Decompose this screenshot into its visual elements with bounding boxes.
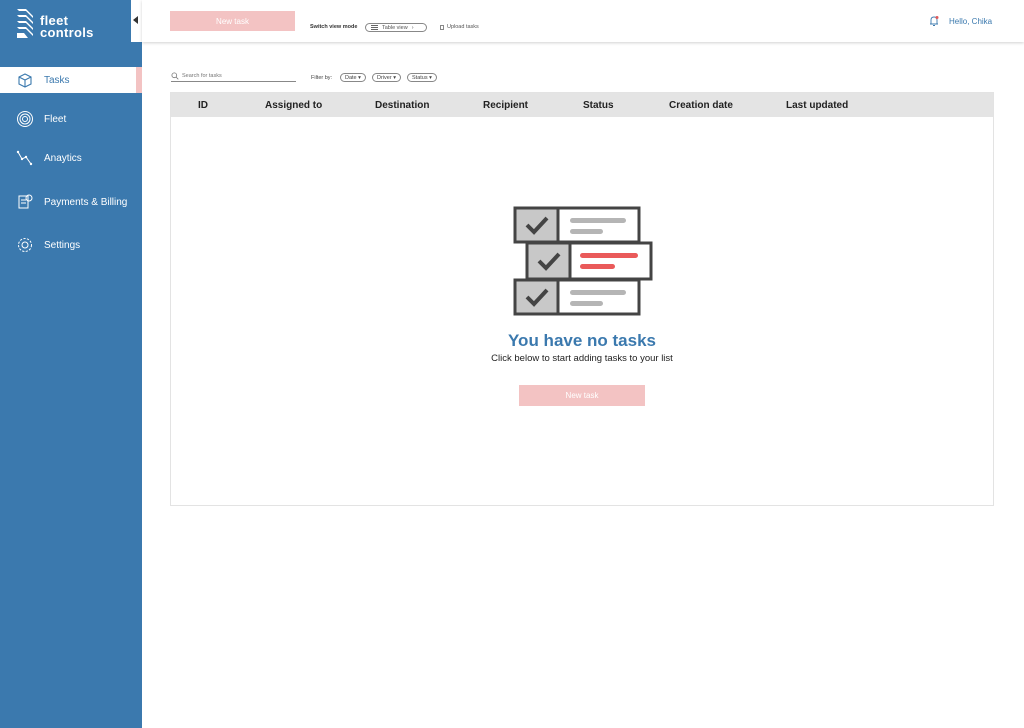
user-greeting[interactable]: Hello, Chika xyxy=(949,17,992,26)
document-icon xyxy=(440,24,444,30)
table-header: ID Assigned to Destination Recipient Sta… xyxy=(171,93,993,117)
search-box[interactable] xyxy=(171,70,296,82)
target-icon xyxy=(16,110,34,128)
upload-tasks-label: Upload tasks xyxy=(447,24,479,30)
filter-chip-label: Status xyxy=(412,74,428,81)
sidebar-item-tasks[interactable]: Tasks xyxy=(0,67,142,93)
logo-mark-icon xyxy=(17,9,33,38)
column-header-status[interactable]: Status xyxy=(583,100,614,111)
chevron-down-icon: ▾ xyxy=(429,74,432,81)
search-icon xyxy=(171,71,179,80)
column-header-last-updated[interactable]: Last updated xyxy=(786,100,848,111)
tasks-table: ID Assigned to Destination Recipient Sta… xyxy=(170,92,994,506)
new-task-button[interactable]: New task xyxy=(170,11,295,31)
sidebar-item-analytics[interactable]: Anaytics xyxy=(0,145,142,171)
analytics-icon xyxy=(16,149,34,167)
column-header-creation-date[interactable]: Creation date xyxy=(669,100,733,111)
filter-by-label: Filter by: xyxy=(311,75,333,81)
notification-bell-icon[interactable] xyxy=(929,15,939,27)
filter-status-dropdown[interactable]: Status ▾ xyxy=(407,73,437,82)
empty-state-new-task-button[interactable]: New task xyxy=(519,385,645,406)
fleet-controls-logo[interactable]: fleet controls xyxy=(16,8,116,44)
sidebar: fleet controls Tasks Fleet Anaytics Paym… xyxy=(0,0,142,728)
filter-date-dropdown[interactable]: Date ▾ xyxy=(340,73,366,82)
sidebar-item-label: Fleet xyxy=(44,113,67,125)
empty-state-title: You have no tasks xyxy=(507,331,656,350)
empty-state-subtitle: Click below to start adding tasks to you… xyxy=(491,353,673,364)
filter-driver-dropdown[interactable]: Driver ▾ xyxy=(372,73,401,82)
column-header-recipient[interactable]: Recipient xyxy=(483,100,528,111)
column-header-id[interactable]: ID xyxy=(198,100,208,111)
sidebar-item-label: Payments & Billing xyxy=(44,196,128,208)
empty-tasks-illustration xyxy=(513,206,653,316)
sidebar-item-settings[interactable]: Settings xyxy=(0,232,142,258)
chevron-right-icon: › xyxy=(411,24,414,31)
chevron-down-icon: ▾ xyxy=(393,74,396,81)
filter-chip-label: Date xyxy=(345,74,357,81)
switch-view-label: Switch view mode xyxy=(310,24,358,30)
view-mode-select[interactable]: Table view › xyxy=(365,23,427,32)
column-header-destination[interactable]: Destination xyxy=(375,100,429,111)
sidebar-item-label: Settings xyxy=(44,239,81,251)
top-bar: New task Switch view mode Table view › U… xyxy=(142,0,1024,42)
collapse-sidebar-icon[interactable] xyxy=(133,16,138,24)
sidebar-item-label: Tasks xyxy=(44,74,70,86)
billing-icon xyxy=(16,193,34,211)
upload-tasks-link[interactable]: Upload tasks xyxy=(440,24,479,30)
logo-text: fleet controls xyxy=(40,14,94,40)
sidebar-item-payments-billing[interactable]: Payments & Billing xyxy=(0,189,142,215)
sidebar-item-label: Anaytics xyxy=(44,152,82,164)
column-header-assigned-to[interactable]: Assigned to xyxy=(265,100,322,111)
sidebar-item-fleet[interactable]: Fleet xyxy=(0,106,142,132)
gear-icon xyxy=(16,236,34,254)
search-input[interactable] xyxy=(182,72,292,79)
logo-line2: controls xyxy=(40,25,94,40)
box-icon xyxy=(16,71,34,89)
list-view-icon xyxy=(371,25,378,30)
chevron-down-icon: ▾ xyxy=(358,74,361,81)
filter-chip-label: Driver xyxy=(377,74,392,81)
view-mode-value: Table view xyxy=(382,24,408,31)
